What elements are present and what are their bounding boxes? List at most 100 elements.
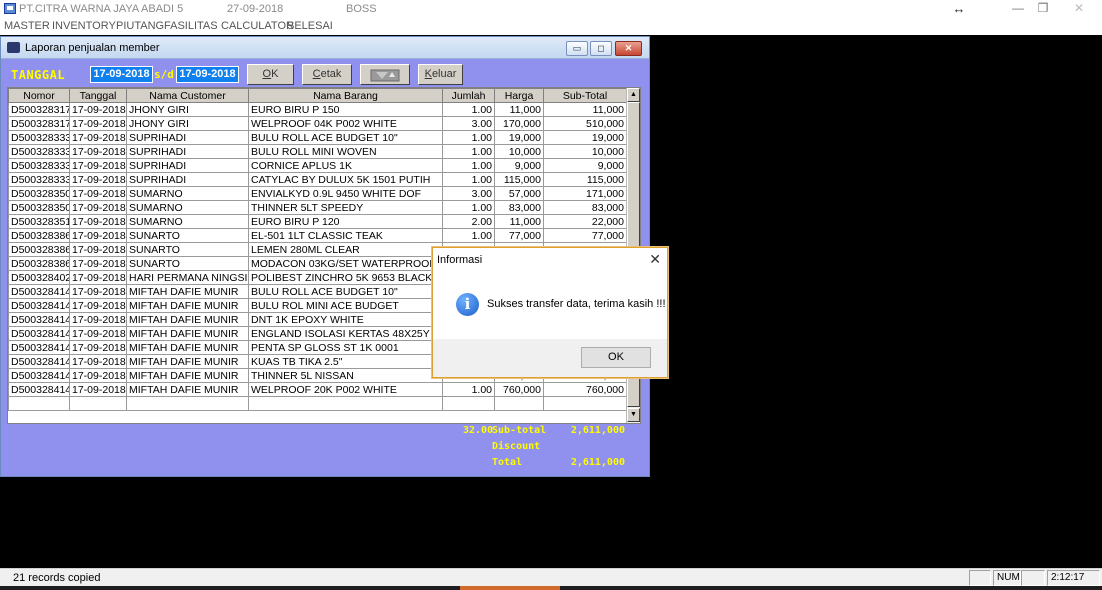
table-cell[interactable]: D500328386 xyxy=(8,242,70,257)
table-cell[interactable]: D500328414 xyxy=(8,326,70,341)
table-cell[interactable]: 19,000 xyxy=(543,130,627,145)
table-cell[interactable]: 17-09-2018 xyxy=(69,284,127,299)
table-cell[interactable]: MIFTAH DAFIE MUNIR xyxy=(126,284,249,299)
table-cell[interactable] xyxy=(8,396,70,411)
table-cell[interactable]: D500328333 xyxy=(8,172,70,187)
table-row[interactable] xyxy=(8,396,627,411)
table-cell[interactable]: 17-09-2018 xyxy=(69,116,127,131)
table-cell[interactable]: 1.00 xyxy=(442,200,495,215)
table-row[interactable]: D500328333 17-09-2018 SUPRIHADI CATYLAC BY … xyxy=(8,172,627,187)
table-cell[interactable]: D500328414 xyxy=(8,284,70,299)
menu-inventory[interactable]: INVENTORY xyxy=(52,20,116,32)
table-cell[interactable]: THINNER 5L NISSAN xyxy=(248,368,443,383)
table-cell[interactable]: 9,000 xyxy=(543,158,627,173)
table-cell[interactable]: D500328414 xyxy=(8,382,70,397)
table-cell[interactable] xyxy=(494,396,544,411)
menu-piutang[interactable]: PIUTANG xyxy=(116,20,164,32)
maximize-icon[interactable]: ❐ xyxy=(1028,0,1058,19)
report-maximize-button[interactable]: ◻ xyxy=(590,41,612,56)
table-cell[interactable]: SUPRIHADI xyxy=(126,158,249,173)
table-row[interactable]: D500328317 17-09-2018 JHONY GIRI WELPROOF 0… xyxy=(8,116,627,131)
table-cell[interactable]: D500328350 xyxy=(8,200,70,215)
table-cell[interactable]: 171,000 xyxy=(543,186,627,201)
table-cell[interactable]: 1.00 xyxy=(442,158,495,173)
report-minimize-button[interactable]: ▭ xyxy=(566,41,588,56)
table-cell[interactable]: 760,000 xyxy=(543,382,627,397)
table-cell[interactable]: 17-09-2018 xyxy=(69,228,127,243)
table-cell[interactable]: 17-09-2018 xyxy=(69,326,127,341)
table-cell[interactable]: MIFTAH DAFIE MUNIR xyxy=(126,382,249,397)
table-cell[interactable]: 1.00 xyxy=(442,228,495,243)
close-app-icon[interactable]: ✕ xyxy=(1064,0,1094,19)
table-row[interactable]: D500328317 17-09-2018 JHONY GIRI EURO BIRU … xyxy=(8,102,627,117)
table-cell[interactable]: D500328333 xyxy=(8,158,70,173)
menu-selesai[interactable]: SELESAI xyxy=(287,20,333,32)
table-cell[interactable]: 17-09-2018 xyxy=(69,200,127,215)
table-cell[interactable]: BULU ROLL MINI WOVEN xyxy=(248,144,443,159)
table-cell[interactable]: SUMARNO xyxy=(126,200,249,215)
report-close-button[interactable]: ✕ xyxy=(615,41,642,56)
table-cell[interactable] xyxy=(442,396,495,411)
table-cell[interactable]: 77,000 xyxy=(543,228,627,243)
table-cell[interactable]: SUPRIHADI xyxy=(126,130,249,145)
ok-button[interactable]: OK xyxy=(247,64,294,85)
table-cell[interactable]: D500328414 xyxy=(8,298,70,313)
table-cell[interactable]: D500328317 xyxy=(8,102,70,117)
table-cell[interactable]: SUPRIHADI xyxy=(126,172,249,187)
table-cell[interactable]: SUNARTO xyxy=(126,256,249,271)
table-cell[interactable]: 17-09-2018 xyxy=(69,130,127,145)
table-row[interactable]: D500328350 17-09-2018 SUMARNO ENVIALKYD 0.9… xyxy=(8,186,627,201)
table-cell[interactable]: SUNARTO xyxy=(126,242,249,257)
table-cell[interactable] xyxy=(126,396,249,411)
table-cell[interactable]: 3.00 xyxy=(442,186,495,201)
table-cell[interactable]: MIFTAH DAFIE MUNIR xyxy=(126,298,249,313)
column-header[interactable]: Sub-Total xyxy=(543,88,627,103)
table-cell[interactable] xyxy=(248,396,443,411)
table-cell[interactable]: 57,000 xyxy=(494,186,544,201)
table-cell[interactable]: 17-09-2018 xyxy=(69,312,127,327)
table-cell[interactable]: POLIBEST ZINCHRO 5K 9653 BLACK xyxy=(248,270,443,285)
table-cell[interactable]: MODACON 03KG/SET WATERPROOFING xyxy=(248,256,443,271)
table-cell[interactable]: 17-09-2018 xyxy=(69,144,127,159)
table-cell[interactable]: WELPROOF 20K P002 WHITE xyxy=(248,382,443,397)
table-cell[interactable]: 17-09-2018 xyxy=(69,256,127,271)
table-cell[interactable]: 1.00 xyxy=(442,130,495,145)
table-cell[interactable]: D500328414 xyxy=(8,354,70,369)
table-cell[interactable]: 17-09-2018 xyxy=(69,270,127,285)
table-cell[interactable]: 19,000 xyxy=(494,130,544,145)
table-row[interactable]: D500328351 17-09-2018 SUMARNO EURO BIRU P 1… xyxy=(8,214,627,229)
menu-calculator[interactable]: CALCULATOR xyxy=(221,20,294,32)
table-cell[interactable]: BULU ROL MINI ACE BUDGET xyxy=(248,298,443,313)
menu-fasilitas[interactable]: FASILITAS xyxy=(164,20,218,32)
table-cell[interactable]: D500328386 xyxy=(8,256,70,271)
table-cell[interactable]: 9,000 xyxy=(494,158,544,173)
table-row[interactable]: D500328333 17-09-2018 SUPRIHADI CORNICE APL… xyxy=(8,158,627,173)
table-cell[interactable]: 17-09-2018 xyxy=(69,172,127,187)
table-cell[interactable]: 17-09-2018 xyxy=(69,102,127,117)
table-cell[interactable]: 77,000 xyxy=(494,228,544,243)
table-cell[interactable] xyxy=(69,396,127,411)
table-cell[interactable]: EL-501 1LT CLASSIC TEAK xyxy=(248,228,443,243)
table-cell[interactable]: SUNARTO xyxy=(126,228,249,243)
table-cell[interactable]: THINNER 5LT SPEEDY xyxy=(248,200,443,215)
table-cell[interactable]: SUPRIHADI xyxy=(126,144,249,159)
table-cell[interactable]: 11,000 xyxy=(494,102,544,117)
table-row[interactable]: D500328414 17-09-2018 MIFTAH DAFIE MUNIR WE… xyxy=(8,382,627,397)
table-cell[interactable]: D500328414 xyxy=(8,368,70,383)
table-row[interactable]: D500328386 17-09-2018 SUNARTO EL-501 1LT CL… xyxy=(8,228,627,243)
table-cell[interactable]: MIFTAH DAFIE MUNIR xyxy=(126,368,249,383)
column-header[interactable]: Nama Customer xyxy=(126,88,249,103)
table-cell[interactable]: 3.00 xyxy=(442,116,495,131)
table-cell[interactable]: 115,000 xyxy=(494,172,544,187)
table-cell[interactable]: EURO BIRU P 120 xyxy=(248,214,443,229)
date-to-input[interactable]: 17-09-2018 xyxy=(176,66,239,83)
table-cell[interactable]: D500328350 xyxy=(8,186,70,201)
table-cell[interactable]: 83,000 xyxy=(543,200,627,215)
dialog-ok-button[interactable]: OK xyxy=(581,347,651,368)
table-cell[interactable]: 11,000 xyxy=(543,102,627,117)
table-cell[interactable]: SUMARNO xyxy=(126,186,249,201)
table-cell[interactable]: 17-09-2018 xyxy=(69,214,127,229)
table-cell[interactable]: 10,000 xyxy=(543,144,627,159)
table-cell[interactable]: D500328333 xyxy=(8,130,70,145)
table-cell[interactable]: 17-09-2018 xyxy=(69,186,127,201)
